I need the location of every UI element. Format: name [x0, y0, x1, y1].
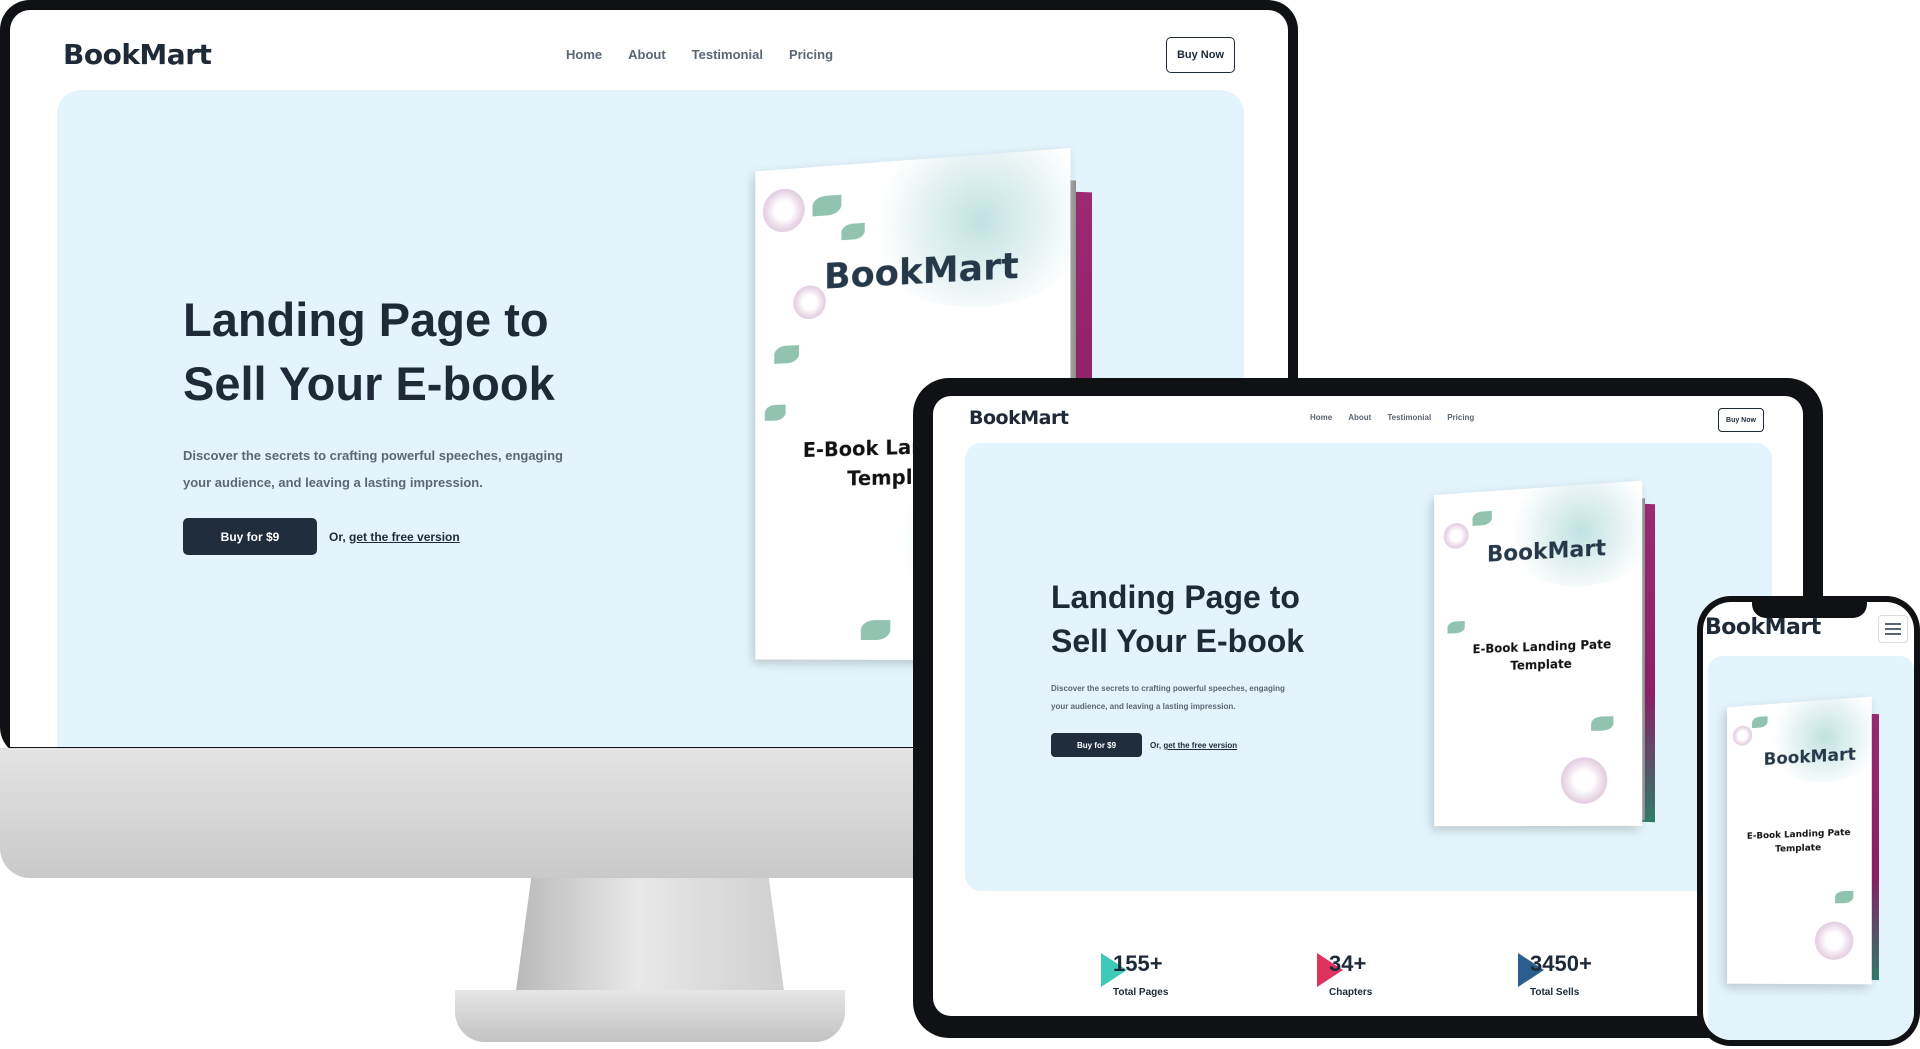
hero-title: Landing Page to Sell Your E-book — [183, 288, 555, 416]
flower-decoration — [1561, 757, 1607, 804]
tablet-hero-description: Discover the secrets to crafting powerfu… — [1051, 680, 1285, 716]
free-version-text: Or, get the free version — [329, 530, 460, 544]
phone-notch — [1752, 598, 1867, 618]
flower-decoration — [1444, 522, 1469, 549]
tablet-book-cover: BookMart E-Book Landing Pate Template — [1434, 481, 1642, 826]
tablet-title-line1: Landing Page to — [1051, 575, 1304, 619]
leaf-decoration — [1591, 716, 1613, 731]
flower-decoration — [793, 285, 826, 320]
tablet-buy-now-button[interactable]: Buy Now — [1718, 408, 1764, 432]
tablet-nav: Home About Testimonial Pricing — [1310, 413, 1474, 422]
buy-for-9-button[interactable]: Buy for $9 — [183, 518, 317, 555]
tablet-nav-about[interactable]: About — [1348, 413, 1371, 422]
tablet-book-graphic: BookMart E-Book Landing Pate Template — [1423, 482, 1673, 832]
hero-title-line1: Landing Page to — [183, 288, 555, 352]
leaf-decoration — [812, 195, 841, 217]
stat-label: Chapters — [1329, 987, 1372, 998]
hamburger-menu-icon[interactable] — [1878, 615, 1908, 643]
leaf-decoration — [1752, 716, 1768, 728]
stat-label: Total Sells — [1530, 987, 1579, 998]
tablet-cover-subtitle: E-Book Landing Pate Template — [1453, 634, 1632, 676]
hero-desc-line1: Discover the secrets to crafting powerfu… — [183, 442, 563, 469]
phone-cover-subtitle: E-Book Landing Pate Template — [1733, 825, 1866, 858]
phone-book-graphic: BookMart E-Book Landing Pate Template — [1719, 698, 1889, 988]
flower-decoration — [763, 187, 805, 233]
desktop-logo[interactable]: BookMart — [63, 38, 211, 71]
tablet-desc-line1: Discover the secrets to crafting powerfu… — [1051, 680, 1285, 698]
tablet-or-prefix: Or, — [1150, 741, 1163, 750]
monitor-stand-neck — [515, 878, 785, 998]
tablet-desc-line2: your audience, and leaving a lasting imp… — [1051, 698, 1285, 716]
hero-title-line2: Sell Your E-book — [183, 352, 555, 416]
leaf-decoration — [1835, 891, 1853, 904]
leaf-decoration — [861, 620, 890, 640]
tablet-nav-home[interactable]: Home — [1310, 413, 1332, 422]
stat-label: Total Pages — [1113, 987, 1168, 998]
phone-logo[interactable]: BookMart — [1705, 615, 1821, 640]
tablet-screen: BookMart Home About Testimonial Pricing … — [933, 396, 1803, 1016]
leaf-decoration — [774, 345, 799, 364]
leaf-decoration — [1447, 621, 1464, 634]
monitor-stand-base — [455, 990, 845, 1042]
phone-book-cover: BookMart E-Book Landing Pate Template — [1727, 696, 1872, 984]
free-version-link[interactable]: get the free version — [349, 530, 460, 544]
tablet-nav-testimonial[interactable]: Testimonial — [1387, 413, 1431, 422]
buy-now-button[interactable]: Buy Now — [1166, 37, 1235, 73]
tablet-free-version-link[interactable]: get the free version — [1163, 741, 1237, 750]
stat-value: 3450+ — [1530, 951, 1592, 977]
leaf-decoration — [1472, 511, 1491, 526]
hero-description: Discover the secrets to crafting powerfu… — [183, 442, 563, 496]
flower-decoration — [1815, 921, 1853, 960]
tablet-nav-pricing[interactable]: Pricing — [1447, 413, 1474, 422]
nav-home[interactable]: Home — [566, 47, 602, 62]
tablet-title-line2: Sell Your E-book — [1051, 619, 1304, 663]
phone-screen: BookMart BookMart E-Book Landing Pate Te… — [1703, 602, 1914, 1040]
tablet-buy-button[interactable]: Buy for $9 — [1051, 733, 1142, 757]
stat-value: 155+ — [1113, 951, 1163, 977]
flower-decoration — [1733, 725, 1752, 746]
nav-about[interactable]: About — [628, 47, 666, 62]
watercolor-wash — [1502, 481, 1643, 590]
desktop-nav: Home About Testimonial Pricing — [566, 47, 833, 62]
nav-pricing[interactable]: Pricing — [789, 47, 833, 62]
or-prefix: Or, — [329, 530, 349, 544]
stat-value: 34+ — [1329, 951, 1366, 977]
watercolor-wash — [1766, 696, 1872, 785]
leaf-decoration — [765, 405, 786, 421]
tablet-logo[interactable]: BookMart — [969, 407, 1068, 429]
tablet-free-version-text: Or, get the free version — [1150, 741, 1237, 750]
hero-desc-line2: your audience, and leaving a lasting imp… — [183, 469, 563, 496]
tablet-hero-title: Landing Page to Sell Your E-book — [1051, 575, 1304, 663]
nav-testimonial[interactable]: Testimonial — [692, 47, 763, 62]
